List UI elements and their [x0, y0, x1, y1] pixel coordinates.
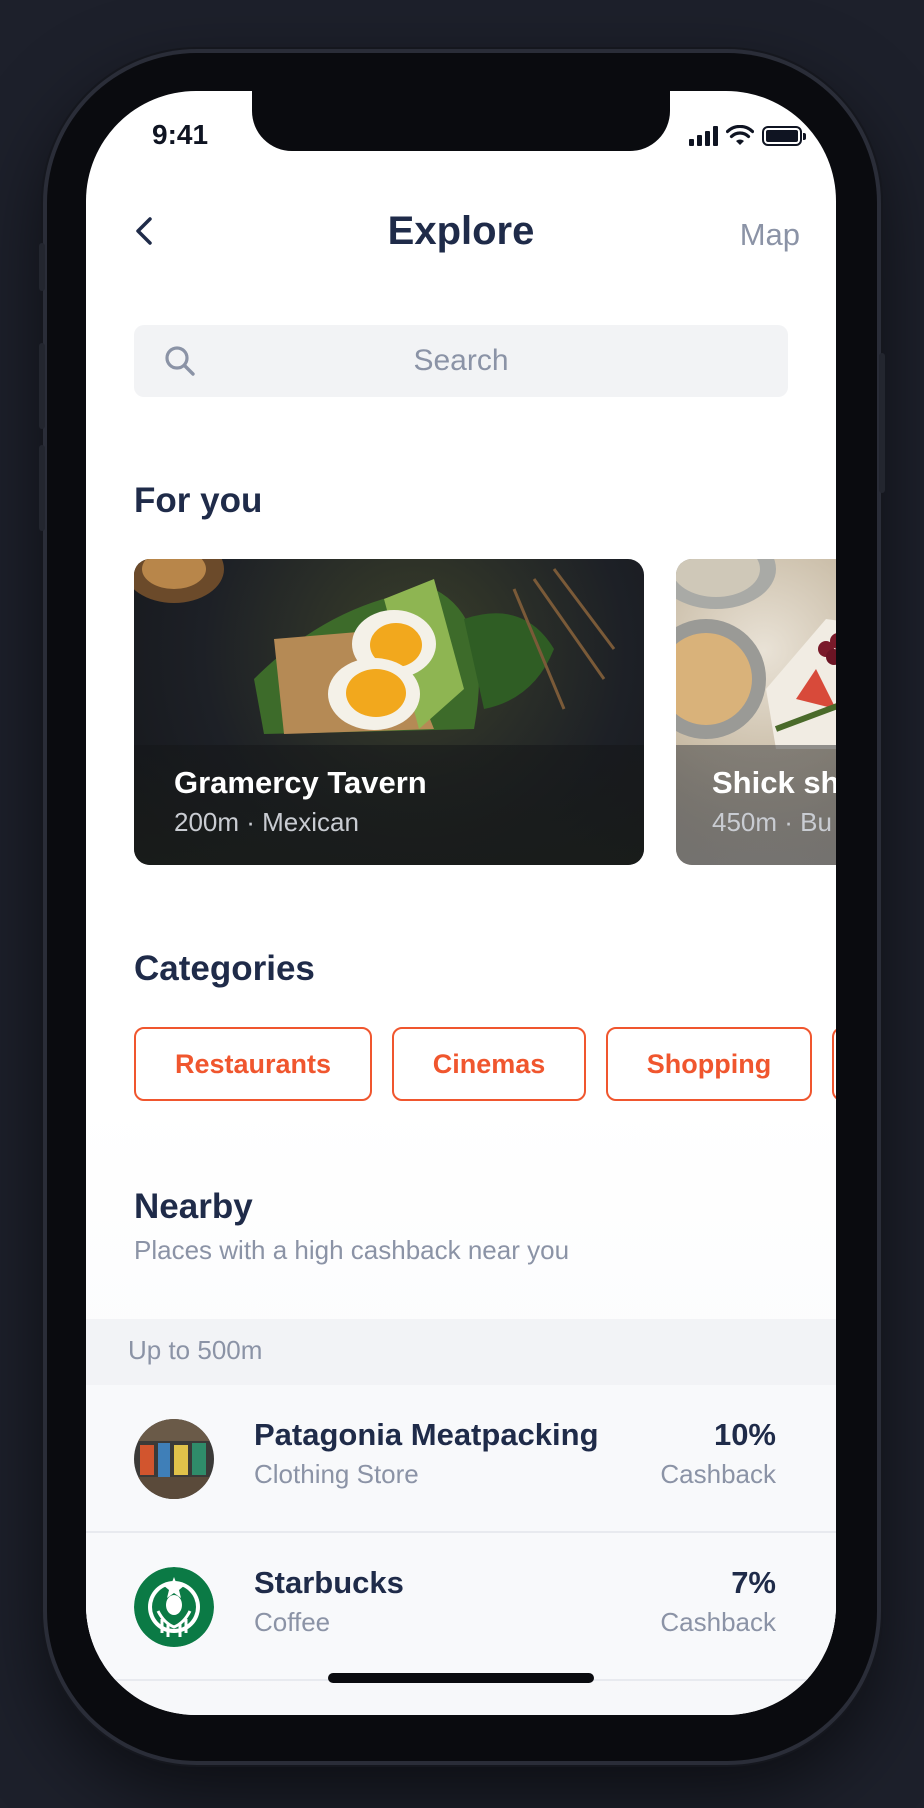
volume-down-button [39, 445, 45, 531]
battery-icon [762, 126, 806, 146]
card-photo-food [134, 559, 616, 734]
card-meta: 450m · Bu [712, 807, 832, 837]
volume-up-button [39, 343, 45, 429]
app-screen: 9:41 Explore Map For you [86, 91, 836, 1715]
category-chip-restaurants[interactable]: Restaurants [134, 1027, 372, 1101]
distance-group-header: Up to 500m [86, 1319, 836, 1385]
place-type: Clothing Store [254, 1459, 419, 1489]
distance-group-label: Up to 500m [128, 1335, 263, 1365]
patagonia-store-photo [134, 1419, 214, 1499]
page-title: Explore [387, 209, 535, 253]
cellular-signal-icon [689, 126, 718, 146]
nearby-subtitle: Places with a high cashback near you [134, 1235, 570, 1265]
store-avatar [134, 1567, 214, 1647]
store-avatar [134, 1419, 214, 1499]
card-title: Shick sh [712, 765, 836, 800]
place-type: Coffee [254, 1607, 331, 1637]
category-chip-cinemas[interactable]: Cinemas [392, 1027, 586, 1101]
place-name: Patagonia Meatpacking [254, 1417, 599, 1452]
card-photo-food [676, 559, 836, 749]
search-input[interactable] [134, 325, 788, 397]
card-overlay [676, 745, 836, 865]
list-item[interactable]: Starbucks Coffee 7% Cashback [86, 1533, 836, 1679]
status-icons [689, 125, 806, 147]
categories-heading: Categories [134, 949, 315, 988]
cashback-percent: 10% [713, 1417, 776, 1452]
home-indicator[interactable] [328, 1673, 594, 1683]
place-card[interactable]: Gramercy Tavern 200m · Mexican [134, 559, 644, 865]
card-title: Gramercy Tavern [174, 765, 427, 800]
place-card[interactable]: Shick sh 450m · Bu [676, 559, 836, 865]
nav-bar: Explore Map [86, 191, 836, 271]
category-chip-next[interactable] [832, 1027, 836, 1101]
list-item[interactable]: Patagonia Meatpacking Clothing Store 10%… [86, 1385, 836, 1531]
card-meta: 200m · Mexican [174, 807, 359, 837]
category-chips: Restaurants Cinemas Shopping [134, 1027, 836, 1101]
power-button [879, 353, 885, 493]
cashback-label: Cashback [660, 1459, 776, 1489]
wifi-icon [726, 125, 754, 145]
status-time: 9:41 [152, 119, 209, 150]
for-you-heading: For you [134, 481, 263, 520]
nearby-heading: Nearby [134, 1187, 253, 1226]
category-chip-shopping[interactable]: Shopping [606, 1027, 812, 1101]
notch [252, 91, 670, 151]
map-button[interactable]: Map [740, 217, 800, 253]
card-overlay [134, 745, 644, 865]
cashback-label: Cashback [660, 1607, 776, 1637]
mute-switch [39, 243, 45, 291]
starbucks-logo-icon [134, 1567, 214, 1647]
cashback-percent: 7% [731, 1565, 776, 1600]
place-name: Starbucks [254, 1565, 404, 1600]
search-bar[interactable] [134, 325, 788, 397]
